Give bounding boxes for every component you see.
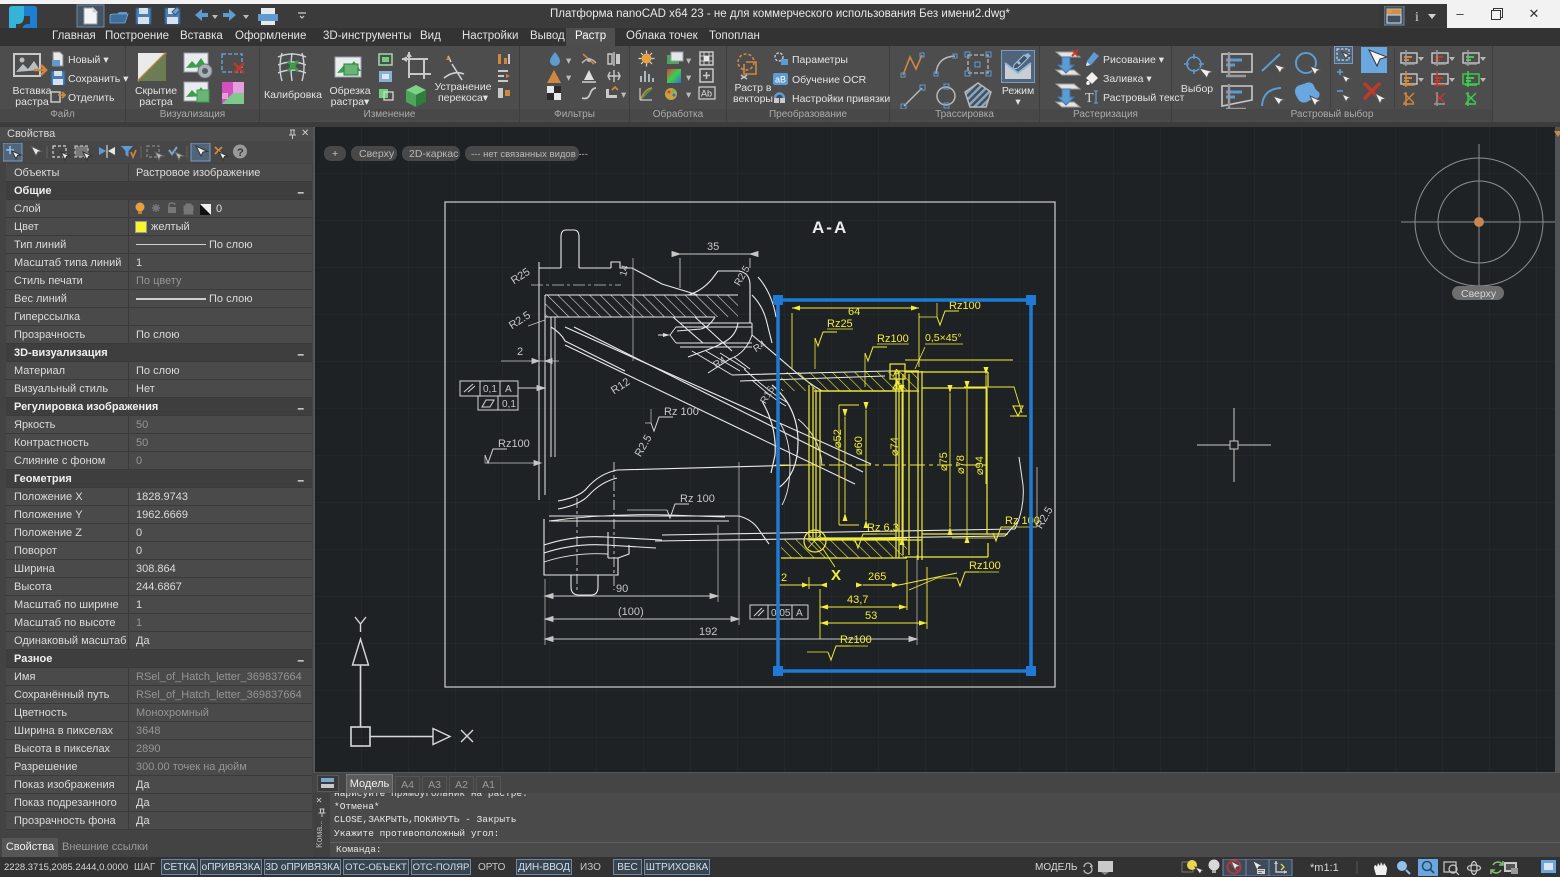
svg-text:Rz100: Rz100	[969, 560, 1001, 572]
svg-text:265: 265	[868, 571, 886, 583]
svg-text:Rz25: Rz25	[827, 318, 853, 330]
svg-text:0,5×45°: 0,5×45°	[925, 332, 962, 344]
svg-text:Rz 100: Rz 100	[680, 493, 715, 505]
svg-text:Rz100: Rz100	[840, 634, 872, 646]
svg-text:Rz100: Rz100	[877, 333, 909, 345]
svg-text:--- нет связанных видов ---: --- нет связанных видов ---	[471, 149, 588, 160]
svg-text:192: 192	[699, 626, 717, 638]
svg-text:X: X	[831, 567, 841, 584]
svg-text:Сверху: Сверху	[359, 148, 395, 160]
svg-text:90: 90	[616, 583, 628, 595]
svg-text:2D-каркас: 2D-каркас	[409, 148, 458, 160]
svg-text:⌀60: ⌀60	[853, 436, 865, 455]
svg-text:⌀78: ⌀78	[955, 455, 967, 474]
svg-text:A: A	[796, 608, 803, 619]
svg-text:0,1: 0,1	[502, 399, 516, 410]
svg-text:⌀75: ⌀75	[938, 452, 950, 471]
svg-text:(100): (100)	[618, 606, 644, 618]
svg-text:A-A: A-A	[812, 218, 848, 237]
svg-text:64: 64	[848, 306, 860, 318]
svg-text:⌀52: ⌀52	[832, 429, 844, 448]
svg-text:T: T	[1085, 91, 1094, 105]
svg-text:2: 2	[517, 346, 523, 358]
svg-text:+: +	[332, 148, 338, 160]
svg-text:A: A	[505, 384, 512, 395]
svg-text:*m1:1: *m1:1	[1310, 862, 1339, 874]
svg-text:⌀94: ⌀94	[974, 456, 986, 475]
svg-text:Rz 100: Rz 100	[664, 406, 699, 418]
svg-text:43,7: 43,7	[847, 594, 868, 606]
svg-text:0,05: 0,05	[771, 608, 791, 619]
svg-text:2: 2	[781, 572, 787, 584]
svg-text:Ab: Ab	[701, 89, 712, 99]
svg-text:Rz 6,3: Rz 6,3	[867, 522, 899, 534]
svg-text:⌀74: ⌀74	[889, 437, 901, 456]
svg-text:0,1: 0,1	[483, 384, 497, 395]
svg-text:53: 53	[865, 610, 877, 622]
svg-text:?: ?	[237, 147, 244, 159]
svg-text:Rz100: Rz100	[498, 438, 530, 450]
svg-text:Rz100: Rz100	[949, 300, 981, 312]
svg-text:A: A	[893, 367, 900, 379]
svg-text:i: i	[1415, 10, 1419, 25]
svg-text:35: 35	[707, 241, 719, 253]
svg-text:Rz 100: Rz 100	[1005, 515, 1040, 527]
svg-text:Сверху: Сверху	[1461, 288, 1497, 300]
svg-text:aB: aB	[775, 75, 786, 85]
